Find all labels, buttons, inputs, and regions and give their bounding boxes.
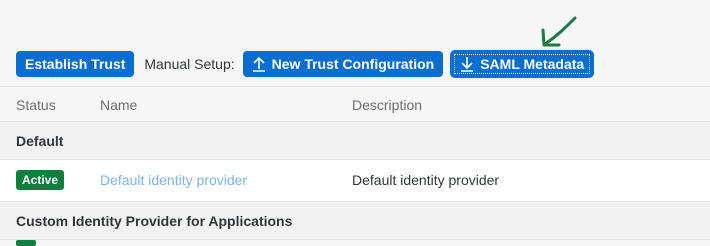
saml-metadata-button[interactable]: SAML Metadata [451,51,594,77]
identity-provider-description: Default identity provider [352,172,500,188]
identity-provider-table: Status Name Description Default Active D… [0,86,710,240]
column-header-status[interactable]: Status [16,97,56,113]
toolbar-row: Establish Trust Manual Setup: New Trust … [16,51,594,77]
group-title: Custom Identity Provider for Application… [16,212,293,229]
establish-trust-label: Establish Trust [25,56,126,72]
upload-icon [252,56,265,72]
new-trust-configuration-button[interactable]: New Trust Configuration [242,51,444,77]
toolbar: Establish Trust Manual Setup: New Trust … [0,0,710,86]
group-header-default: Default [0,122,710,160]
establish-trust-button[interactable]: Establish Trust [16,51,135,77]
status-badge-partial [16,240,36,246]
group-title: Default [16,132,64,149]
group-header-custom: Custom Identity Provider for Application… [0,202,710,240]
manual-setup-label: Manual Setup: [144,56,235,72]
column-header-description[interactable]: Description [352,97,422,113]
table-header: Status Name Description [0,86,710,122]
annotation-arrow-icon [541,16,577,47]
download-icon [461,57,474,72]
new-trust-configuration-label: New Trust Configuration [271,56,435,72]
column-header-name[interactable]: Name [100,97,137,113]
saml-metadata-label: SAML Metadata [480,56,585,72]
table-row[interactable]: Active Default identity provider Default… [0,160,710,202]
status-badge: Active [16,170,65,190]
identity-provider-name-link[interactable]: Default identity provider [100,172,247,188]
